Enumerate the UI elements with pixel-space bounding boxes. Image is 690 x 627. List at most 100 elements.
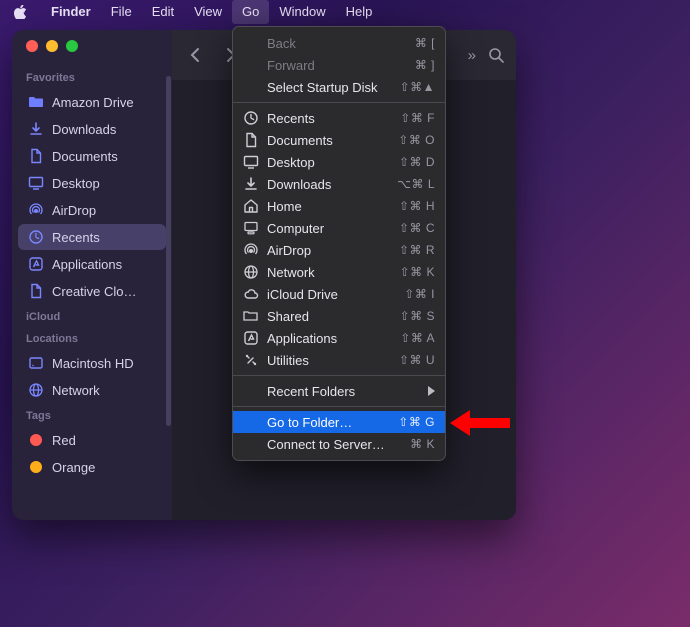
sidebar-item-label: Downloads [52,122,116,137]
sidebar-item-recents[interactable]: Recents [18,224,166,250]
sidebar-scrollbar[interactable] [166,76,171,426]
document-icon [243,132,259,148]
menu-item-shortcut: ⇧⌘ D [399,155,435,169]
sidebar-item-orange[interactable]: Orange [18,454,166,480]
menu-go[interactable]: Go [232,0,269,24]
sidebar-item-documents[interactable]: Documents [18,143,166,169]
menu-item-recents[interactable]: Recents⇧⌘ F [233,107,445,129]
chevron-right-icon [428,386,435,396]
icloud-icon [243,286,259,302]
sidebar-item-label: Applications [52,257,122,272]
sidebar-item-label: Red [52,433,76,448]
menu-help[interactable]: Help [336,0,383,24]
sidebar-item-downloads[interactable]: Downloads [18,116,166,142]
menu-item-label: Recent Folders [267,384,420,399]
menu-item-label: AirDrop [267,243,391,258]
sidebar-item-label: Amazon Drive [52,95,134,110]
menu-item-label: Documents [267,133,390,148]
sidebar-item-desktop[interactable]: Desktop [18,170,166,196]
menu-item-label: Connect to Server… [267,437,402,452]
utilities-icon [243,352,259,368]
go-menu-dropdown: Back⌘ [ Forward ⌘ ] Select Startup Disk⇧⌘▲ R… [232,26,446,461]
sidebar-section-icloud: iCloud [12,305,172,327]
menu-item-label: Downloads [267,177,389,192]
menu-file[interactable]: File [101,0,142,24]
search-icon[interactable] [488,47,504,63]
airdrop-icon [243,242,259,258]
window-controls [12,40,172,52]
menu-item-label: Forward [267,58,407,73]
tag-icon [28,459,44,475]
back-button[interactable] [184,43,208,67]
sidebar: Favorites Amazon Drive Downloads Documents D… [12,30,172,520]
menu-item-desktop[interactable]: Desktop⇧⌘ D [233,151,445,173]
sidebar-item-label: Desktop [52,176,100,191]
menu-item-documents[interactable]: Documents⇧⌘ O [233,129,445,151]
menu-item-network[interactable]: Network⇧⌘ K [233,261,445,283]
menu-item-airdrop[interactable]: AirDrop ⇧⌘ R [233,239,445,261]
menu-item-computer[interactable]: Computer ⇧⌘ C [233,217,445,239]
menu-item-recent-folders[interactable]: Recent Folders [233,380,445,402]
sidebar-item-applications[interactable]: Applications [18,251,166,277]
sidebar-item-label: Network [52,383,100,398]
menu-item-home[interactable]: Home⇧⌘ H [233,195,445,217]
folder-icon [28,94,44,110]
minimize-button[interactable] [46,40,58,52]
sidebar-item-amazon-drive[interactable]: Amazon Drive [18,89,166,115]
desktop-icon [28,175,44,191]
menu-item-connect-to-server[interactable]: Connect to Server…⌘ K [233,433,445,455]
sidebar-item-macintosh-hd[interactable]: Macintosh HD [18,350,166,376]
menu-item-back: Back⌘ [ [233,32,445,54]
menu-view[interactable]: View [184,0,232,24]
sidebar-item-label: Macintosh HD [52,356,134,371]
network-icon [243,264,259,280]
blank-icon [243,383,259,399]
menu-item-label: Computer [267,221,391,236]
menu-item-forward: Forward ⌘ ] [233,54,445,76]
blank-icon [243,79,259,95]
download-icon [243,176,259,192]
sidebar-item-red[interactable]: Red [18,427,166,453]
close-button[interactable] [26,40,38,52]
menu-item-label: Network [267,265,392,280]
menu-app[interactable]: Finder [41,0,101,24]
clock-icon [28,229,44,245]
menu-item-shortcut: ⇧⌘ R [399,243,435,257]
menu-item-shortcut: ⌘ ] [415,58,435,72]
menu-item-applications[interactable]: Applications ⇧⌘ A [233,327,445,349]
menu-window[interactable]: Window [269,0,335,24]
menu-item-go-to-folder[interactable]: Go to Folder…⇧⌘ G [233,411,445,433]
menu-item-label: Utilities [267,353,391,368]
app-icon [243,330,259,346]
menu-item-label: iCloud Drive [267,287,396,302]
menu-item-shortcut: ⇧⌘ I [404,287,435,301]
sidebar-section-tags: Tags [12,404,172,426]
menu-item-shortcut: ⇧⌘ A [400,331,435,345]
shared-icon [243,308,259,324]
menu-item-label: Applications [267,331,392,346]
menu-item-shortcut: ⇧⌘ C [399,221,435,235]
home-icon [243,198,259,214]
sidebar-item-airdrop[interactable]: AirDrop [18,197,166,223]
desktop-icon [243,154,259,170]
overflow-icon[interactable]: » [468,47,476,64]
menu-item-select-startup-disk[interactable]: Select Startup Disk⇧⌘▲ [233,76,445,98]
sidebar-section-favorites: Favorites [12,66,172,88]
tag-icon [28,432,44,448]
zoom-button[interactable] [66,40,78,52]
menu-separator [233,375,445,376]
apple-icon[interactable] [14,5,27,19]
sidebar-item-network[interactable]: Network [18,377,166,403]
menu-item-downloads[interactable]: Downloads⌥⌘ L [233,173,445,195]
sidebar-item-label: AirDrop [52,203,96,218]
menu-item-utilities[interactable]: Utilities⇧⌘ U [233,349,445,371]
menu-item-shortcut: ⇧⌘ F [400,111,435,125]
menu-item-shortcut: ⇧⌘ S [400,309,435,323]
menu-item-label: Back [267,36,407,51]
blank-icon [243,35,259,51]
menu-item-icloud-drive[interactable]: iCloud Drive ⇧⌘ I [233,283,445,305]
menu-item-shared[interactable]: Shared⇧⌘ S [233,305,445,327]
blank-icon [243,414,259,430]
sidebar-item-creative-clo-[interactable]: Creative Clo… [18,278,166,304]
menu-edit[interactable]: Edit [142,0,184,24]
